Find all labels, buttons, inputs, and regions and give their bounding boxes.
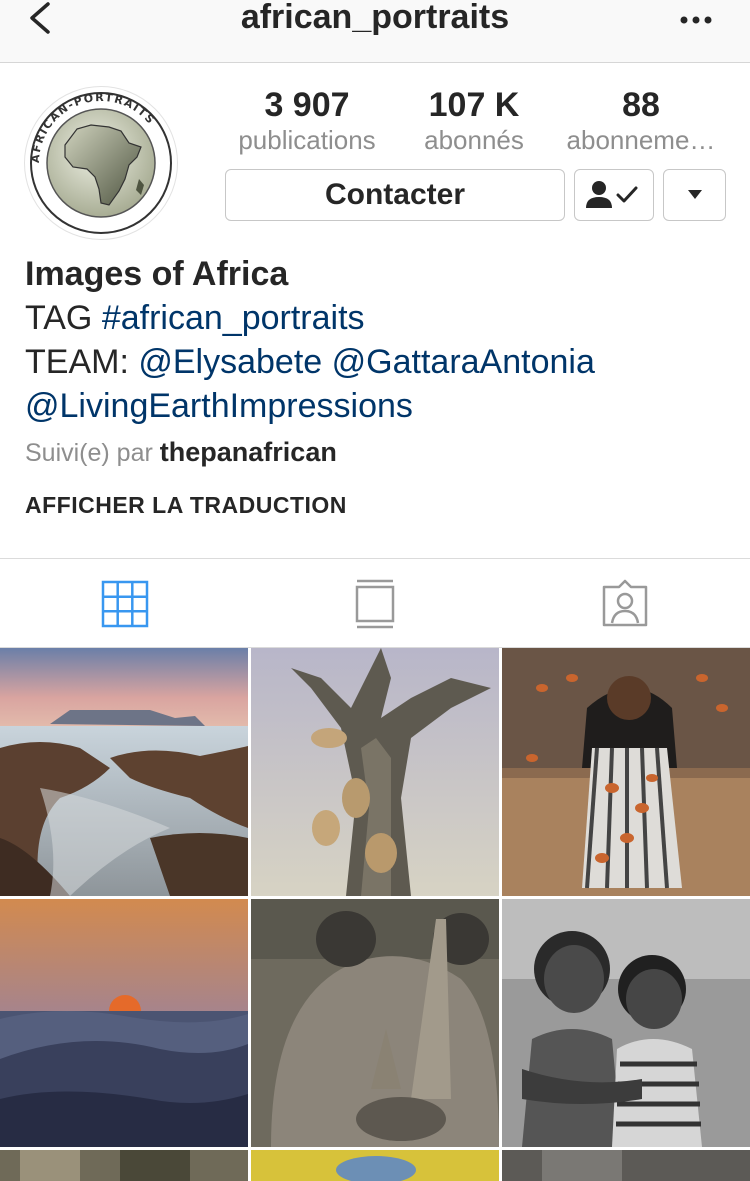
profile-username-title: african_portraits [240,0,510,36]
triangle-down-icon [688,190,702,199]
see-translation-button[interactable]: AFFICHER LA TRADUCTION [25,492,347,519]
publications-count: 3 907 [264,86,350,124]
following-label: abonneme… [566,125,716,155]
profile-avatar[interactable]: AFRICAN-PORTRAITS [24,86,178,240]
suggestions-dropdown-button[interactable] [663,169,726,221]
africa-logo: AFRICAN-PORTRAITS [27,89,175,237]
stat-publications[interactable]: 3 907 publications [222,84,392,154]
post-image-children [502,899,750,1147]
stat-following[interactable]: 88 abonneme… [556,84,726,154]
person-check-icon [586,181,638,208]
top-nav-bar: african_portraits [0,0,750,63]
following-count: 88 [622,86,660,124]
tagged-person-icon [602,579,648,627]
portrait-feed-icon [355,579,395,629]
followers-label: abonnés [424,125,524,155]
profile-bio: Images of Africa TAG #african_portraits … [25,252,735,428]
bio-tag-line: TAG #african_portraits [25,296,735,340]
post-image-partial [502,1150,750,1181]
hashtag-link[interactable]: #african_portraits [102,299,365,337]
post-image-cheetahs [251,648,499,896]
bio-team-line: TEAM: @Elysabete @GattaraAntonia [25,340,735,384]
followed-by-user: thepanafrican [159,437,337,467]
grid-icon [101,580,149,628]
bio-team-prefix: TEAM: [25,343,139,381]
contact-button[interactable]: Contacter [225,169,565,221]
more-options-button[interactable] [678,6,714,45]
tab-feed-view[interactable] [350,579,400,629]
post-image-cocoa-girl [502,648,750,896]
post-image-coast [0,648,248,896]
mention-link-elysabete[interactable]: @Elysabete [138,343,322,381]
post-image-partial [251,1150,499,1181]
post-thumbnail[interactable] [0,1150,248,1181]
more-horizontal-icon [680,16,712,24]
bio-team-line-2: @LivingEarthImpressions [25,384,735,428]
post-thumbnail[interactable] [502,1150,750,1181]
profile-display-name: Images of Africa [25,255,289,293]
mention-link-livingearthimpressions[interactable]: @LivingEarthImpressions [25,387,413,425]
post-thumbnail[interactable] [0,899,248,1147]
post-thumbnail[interactable] [502,899,750,1147]
bio-tag-prefix: TAG [25,299,102,337]
post-thumbnail[interactable] [251,648,499,896]
post-thumbnail[interactable] [251,1150,499,1181]
stat-followers[interactable]: 107 K abonnés [389,84,559,154]
publications-label: publications [238,125,376,155]
mention-link-gattaraantonia[interactable]: @GattaraAntonia [332,343,595,381]
profile-tabs [0,558,750,648]
tab-tagged-view[interactable] [600,579,650,629]
post-thumbnail[interactable] [0,648,248,896]
post-image-dunes-sunset [0,899,248,1147]
post-thumbnail[interactable] [251,899,499,1147]
followed-by-label: Suivi(e) par [25,439,153,467]
post-thumbnail[interactable] [502,648,750,896]
following-button[interactable] [574,169,654,221]
tab-grid-view[interactable] [100,579,150,629]
followed-by[interactable]: Suivi(e) par thepanafrican [25,437,337,468]
post-image-rhino [251,899,499,1147]
followers-count: 107 K [428,86,520,124]
post-image-partial [0,1150,248,1181]
